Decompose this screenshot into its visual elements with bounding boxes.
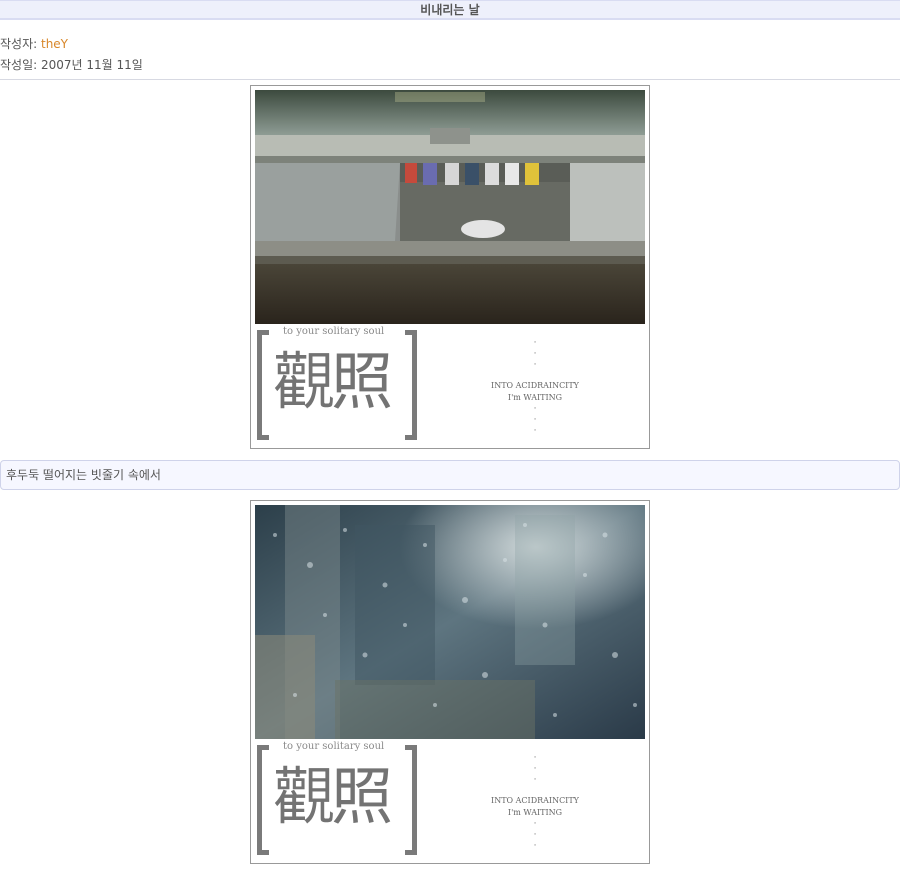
author-link[interactable]: theY <box>41 37 68 51</box>
left-bracket <box>257 745 269 855</box>
author-label: 작성자: <box>0 37 41 51</box>
kanji-title: 觀照 <box>273 345 393 418</box>
right-bracket <box>405 745 417 855</box>
tagline: to your solitary soul <box>277 741 391 752</box>
footer-line-2: I'm WAITING <box>507 393 563 402</box>
footer-line-1: INTO ACIDRAINCITY <box>491 796 579 805</box>
image-frame-rainy-window: to your solitary soul 觀照 · · · INTO ACIDRA… <box>250 500 650 864</box>
left-bracket <box>257 330 269 440</box>
dots-bottom: · · · <box>533 404 537 436</box>
photo-window-parking-lot <box>255 90 645 324</box>
author-line: 작성자: theY <box>0 35 68 52</box>
image-frame-parking-lot: to your solitary soul 觀照 · · · INTO ACIDRA… <box>250 85 650 449</box>
post-date: 작성일: 2007년 11월 11일 <box>0 58 143 72</box>
tagline: to your solitary soul <box>277 326 391 337</box>
photo-rain-drops <box>255 505 645 739</box>
footer-text: INTO ACIDRAINCITY I'm WAITING <box>485 380 585 404</box>
footer-line-1: INTO ACIDRAINCITY <box>491 381 579 390</box>
caption-box: 후두둑 떨어지는 빗줄기 속에서 <box>0 460 900 490</box>
right-bracket <box>405 330 417 440</box>
post-title: 비내리는 날 <box>0 0 900 20</box>
footer-line-2: I'm WAITING <box>507 808 563 817</box>
image-footer-art: to your solitary soul 觀照 · · · INTO ACIDRA… <box>255 741 645 863</box>
kanji-title: 觀照 <box>273 760 393 833</box>
image-footer-art: to your solitary soul 觀照 · · · INTO ACIDRA… <box>255 326 645 448</box>
dots-bottom: · · · <box>533 819 537 851</box>
footer-text: INTO ACIDRAINCITY I'm WAITING <box>485 795 585 819</box>
divider <box>0 79 900 80</box>
dots-top: · · · <box>533 753 537 785</box>
dots-top: · · · <box>533 338 537 370</box>
